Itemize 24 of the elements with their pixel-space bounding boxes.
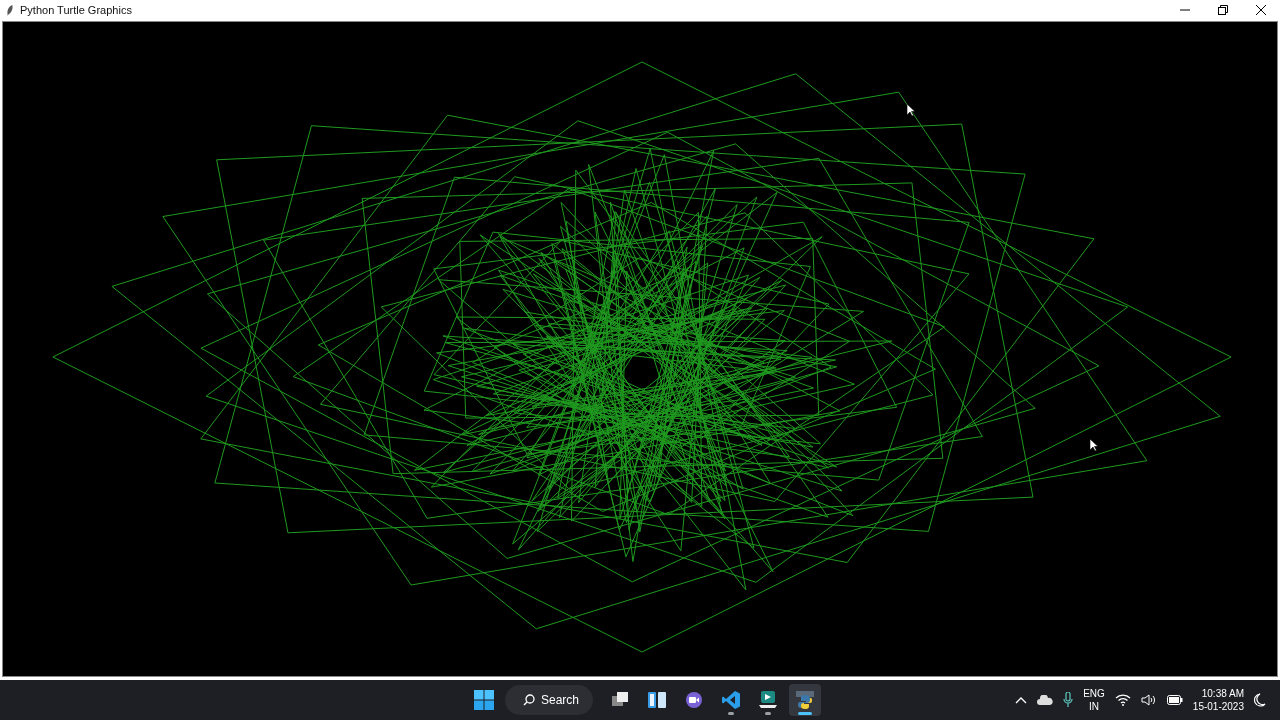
close-icon [1256, 5, 1266, 15]
feather-icon [6, 4, 14, 16]
python-taskbar-button[interactable] [789, 684, 822, 716]
speaker-icon[interactable] [1140, 694, 1157, 706]
language-indicator[interactable]: ENG IN [1083, 687, 1105, 713]
cursor-icon [907, 104, 915, 116]
battery-icon[interactable] [1166, 695, 1183, 705]
window-title: Python Turtle Graphics [20, 4, 132, 16]
video-chat-icon [684, 690, 705, 710]
cursor-icon [1090, 439, 1098, 451]
search-icon [523, 694, 535, 706]
microphone-icon[interactable] [1063, 692, 1074, 708]
cloud-icon[interactable] [1037, 695, 1054, 705]
windows-logo-icon [474, 690, 494, 710]
clock[interactable]: 10:38 AM 15-01-2023 [1192, 687, 1244, 713]
python-icon [795, 690, 816, 710]
chevron-up-icon[interactable] [1015, 696, 1028, 704]
restore-icon [1218, 5, 1228, 15]
widgets-icon [647, 690, 668, 710]
wifi-icon[interactable] [1114, 694, 1131, 706]
search-button[interactable]: Search [505, 685, 594, 715]
code-editor-icon [721, 690, 742, 710]
moon-icon[interactable] [1254, 693, 1266, 707]
media-app-icon [758, 690, 779, 710]
